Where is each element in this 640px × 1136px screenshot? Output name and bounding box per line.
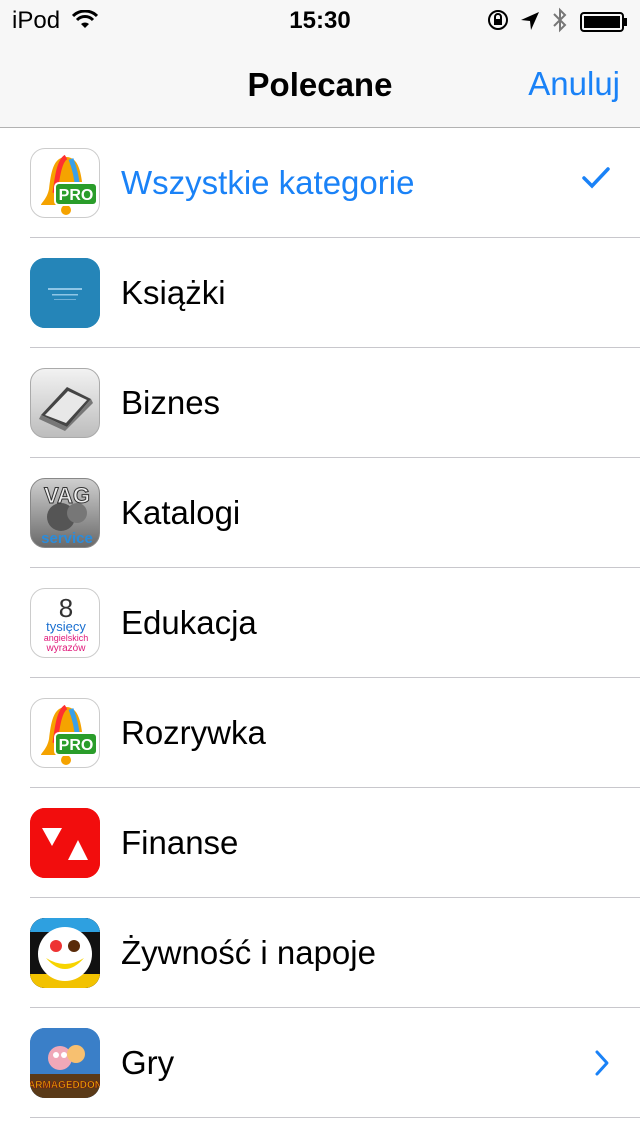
svg-text:service: service xyxy=(41,530,93,547)
svg-text:tysięcy: tysięcy xyxy=(46,619,86,634)
book-app-icon xyxy=(30,258,100,328)
category-row-finance[interactable]: Finanse xyxy=(0,788,640,898)
category-row-business[interactable]: Biznes xyxy=(0,348,640,458)
svg-text:wyrazów: wyrazów xyxy=(46,643,87,654)
bell-pro-app-icon: PRO xyxy=(30,148,100,218)
pro-badge-text: PRO xyxy=(59,737,94,754)
vag-service-app-icon: VAG service xyxy=(30,478,100,548)
food-plate-app-icon xyxy=(30,918,100,988)
category-label: Finanse xyxy=(121,824,239,861)
category-label: Rozrywka xyxy=(121,714,266,751)
checkmark-icon xyxy=(582,166,610,195)
status-bar: iPod 15:30 xyxy=(0,0,640,40)
category-label: Biznes xyxy=(121,384,221,421)
category-row-books[interactable]: Książki xyxy=(0,238,640,348)
finance-triangle-app-icon xyxy=(30,808,100,878)
navigation-bar: Polecane Anuluj xyxy=(0,40,640,128)
svg-text:angielskich: angielskich xyxy=(44,633,89,643)
location-arrow-icon xyxy=(520,10,540,38)
svg-text:ARMAGEDDON: ARMAGEDDON xyxy=(30,1080,100,1091)
category-row-education[interactable]: 8 tysięcy angielskich wyrazów Edukacja xyxy=(0,568,640,678)
bluetooth-icon xyxy=(552,7,568,40)
clock-label: 15:30 xyxy=(289,7,351,34)
category-row-food-drink[interactable]: Żywność i napoje xyxy=(0,898,640,1008)
category-label: Żywność i napoje xyxy=(121,934,376,971)
category-row-catalogs[interactable]: VAG service Katalogi xyxy=(0,458,640,568)
rotation-lock-icon xyxy=(486,9,510,38)
cancel-button[interactable]: Anuluj xyxy=(528,65,620,103)
category-list: PRO Wszystkie kategorie Książki Biznes V… xyxy=(0,128,640,1118)
scanner-app-icon xyxy=(30,368,100,438)
category-row-games[interactable]: ARMAGEDDON Gry xyxy=(0,1008,640,1118)
row-separator xyxy=(30,1117,640,1118)
svg-text:VAG: VAG xyxy=(44,483,90,508)
bell-pro-app-icon: PRO xyxy=(30,698,100,768)
pro-badge-text: PRO xyxy=(59,187,94,204)
category-label: Wszystkie kategorie xyxy=(121,164,415,201)
battery-icon xyxy=(580,11,627,32)
category-label: Książki xyxy=(121,274,226,311)
category-row-entertainment[interactable]: PRO Rozrywka xyxy=(0,678,640,788)
chevron-right-icon xyxy=(594,1049,610,1082)
worms-armageddon-app-icon: ARMAGEDDON xyxy=(30,1028,100,1098)
category-label: Edukacja xyxy=(121,604,257,641)
category-row-all[interactable]: PRO Wszystkie kategorie xyxy=(0,128,640,238)
tysiecy-app-icon: 8 tysięcy angielskich wyrazów xyxy=(30,588,100,658)
category-label: Katalogi xyxy=(121,494,241,531)
category-label: Gry xyxy=(121,1044,175,1081)
